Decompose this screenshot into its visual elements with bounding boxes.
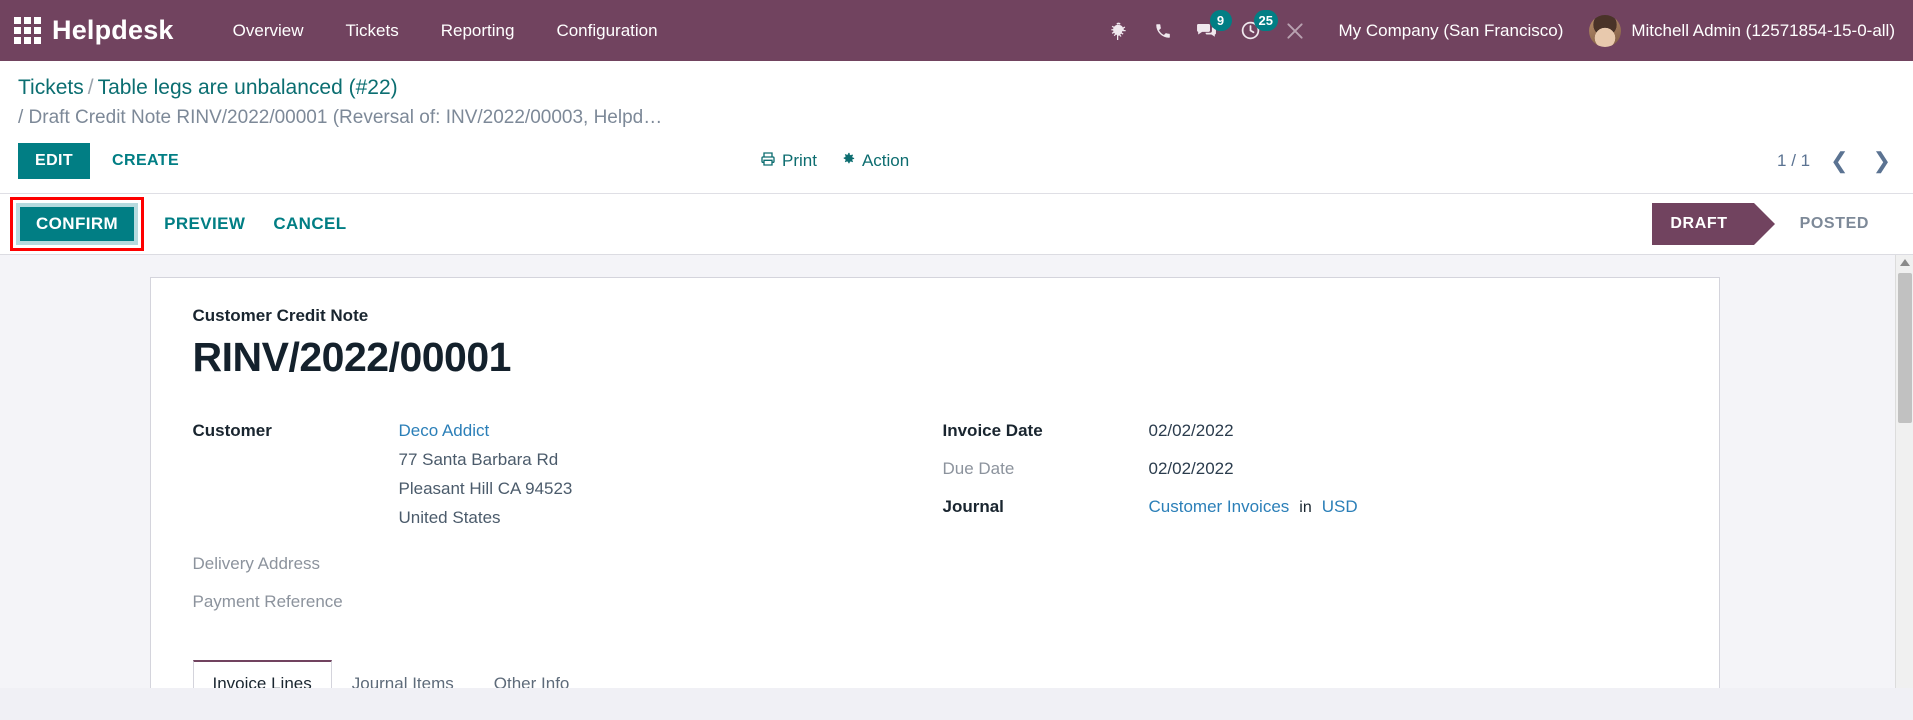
- user-menu[interactable]: Mitchell Admin (12571854-15-0-all): [1579, 14, 1895, 47]
- chevron-right-icon[interactable]: ❯: [1869, 150, 1895, 172]
- customer-address-line-3: United States: [398, 508, 501, 527]
- form-scroll-area: Customer Credit Note RINV/2022/00001 Cus…: [0, 255, 1913, 688]
- journal-value-group: Customer Invoices in USD: [1149, 493, 1358, 522]
- notebook-tabs: Invoice Lines Journal Items Other Info: [151, 660, 1719, 688]
- status-badge-draft[interactable]: DRAFT: [1652, 203, 1775, 245]
- breadcrumb-separator: /: [87, 76, 94, 99]
- field-invoice-date: Invoice Date 02/02/2022: [943, 417, 1677, 445]
- breadcrumb-item-tickets[interactable]: Tickets: [18, 76, 84, 99]
- scrollbar-thumb[interactable]: [1898, 273, 1912, 423]
- control-panel-tools: Print Action: [760, 151, 909, 172]
- gear-icon: [841, 151, 856, 171]
- scroll-up-arrow-icon[interactable]: [1900, 259, 1910, 266]
- create-button[interactable]: CREATE: [98, 143, 193, 179]
- invoice-sheet: Customer Credit Note RINV/2022/00001 Cus…: [149, 277, 1720, 688]
- journal-in-word: in: [1299, 499, 1312, 516]
- status-badge-posted[interactable]: POSTED: [1782, 203, 1887, 245]
- delivery-address-label: Delivery Address: [192, 554, 321, 573]
- due-date-value[interactable]: 02/02/2022: [1149, 455, 1234, 483]
- pager-value: 1 / 1: [1777, 151, 1811, 170]
- document-type-label: Customer Credit Note: [192, 306, 369, 325]
- nav-menu-configuration[interactable]: Configuration: [535, 0, 678, 61]
- invoice-date-label: Invoice Date: [942, 421, 1043, 440]
- page-title: RINV/2022/00001: [192, 334, 512, 380]
- preview-button[interactable]: PREVIEW: [150, 205, 259, 243]
- field-delivery-address: Delivery Address: [193, 550, 933, 578]
- customer-address-line-2: Pleasant Hill CA 94523: [398, 479, 573, 498]
- customer-address-line-1: 77 Santa Barbara Rd: [398, 450, 559, 469]
- breadcrumb-line-2: / Draft Credit Note RINV/2022/00001 (Rev…: [18, 107, 663, 128]
- action-label: Action: [861, 151, 910, 170]
- journal-label: Journal: [942, 497, 1004, 516]
- tab-invoice-lines[interactable]: Invoice Lines: [192, 660, 332, 688]
- cancel-button[interactable]: CANCEL: [259, 205, 360, 243]
- printer-icon: [760, 151, 776, 172]
- top-navbar: Helpdesk Overview Tickets Reporting Conf…: [0, 0, 1913, 61]
- app-brand-helpdesk[interactable]: Helpdesk: [52, 15, 174, 46]
- form-column-right: Invoice Date 02/02/2022 Due Date 02/02/2…: [933, 417, 1677, 626]
- payment-reference-label: Payment Reference: [192, 592, 343, 611]
- messages-icon[interactable]: 9: [1185, 0, 1232, 61]
- customer-value-group: Deco Addict 77 Santa Barbara Rd Pleasant…: [399, 417, 573, 532]
- customer-label: Customer: [192, 421, 272, 440]
- control-panel: EDIT CREATE Print Action 1 / 1 ❮ ❯: [0, 133, 1913, 194]
- apps-grid-icon[interactable]: [10, 14, 44, 48]
- chevron-left-icon[interactable]: ❮: [1826, 150, 1852, 172]
- avatar: [1589, 14, 1622, 47]
- currency-link[interactable]: USD: [1322, 497, 1358, 516]
- journal-value-link[interactable]: Customer Invoices: [1149, 497, 1290, 516]
- customer-name-link[interactable]: Deco Addict: [399, 417, 573, 445]
- company-selector[interactable]: My Company (San Francisco): [1317, 21, 1580, 41]
- pager: 1 / 1 ❮ ❯: [1777, 150, 1895, 172]
- nav-menu-overview[interactable]: Overview: [212, 0, 325, 61]
- form-column-left: Customer Deco Addict 77 Santa Barbara Rd…: [193, 417, 933, 626]
- breadcrumb-line-1: Tickets / Table legs are unbalanced (#22): [18, 73, 1913, 103]
- print-label: Print: [782, 151, 817, 170]
- activity-clock-icon[interactable]: 25: [1229, 0, 1278, 61]
- due-date-label: Due Date: [942, 459, 1015, 478]
- phone-icon[interactable]: [1141, 0, 1185, 61]
- tools-wrench-icon[interactable]: [1273, 0, 1317, 61]
- user-name-label: Mitchell Admin (12571854-15-0-all): [1631, 20, 1895, 40]
- confirm-button[interactable]: CONFIRM: [16, 203, 139, 245]
- nav-menu-reporting[interactable]: Reporting: [420, 0, 536, 61]
- field-journal: Journal Customer Invoices in USD: [943, 493, 1677, 522]
- edit-button[interactable]: EDIT: [18, 143, 91, 179]
- breadcrumb: Tickets / Table legs are unbalanced (#22) …: [0, 61, 1913, 133]
- form-columns: Customer Deco Addict 77 Santa Barbara Rd…: [193, 417, 1677, 626]
- tab-other-info[interactable]: Other Info: [474, 660, 590, 688]
- bug-icon[interactable]: [1097, 0, 1141, 61]
- tab-journal-items[interactable]: Journal Items: [332, 660, 474, 688]
- nav-menu-tickets[interactable]: Tickets: [325, 0, 420, 61]
- breadcrumb-item-ticket[interactable]: Table legs are unbalanced (#22): [98, 76, 398, 99]
- confirm-highlight-annotation: CONFIRM: [10, 197, 145, 251]
- vertical-scrollbar[interactable]: [1895, 255, 1913, 688]
- field-payment-reference: Payment Reference: [193, 588, 933, 616]
- field-customer: Customer Deco Addict 77 Santa Barbara Rd…: [193, 417, 933, 532]
- print-button[interactable]: Print: [760, 151, 817, 172]
- status-stages: DRAFT POSTED: [1652, 203, 1913, 245]
- field-due-date: Due Date 02/02/2022: [943, 455, 1677, 483]
- status-bar: CONFIRM PREVIEW CANCEL DRAFT POSTED: [0, 194, 1913, 255]
- invoice-date-value[interactable]: 02/02/2022: [1149, 417, 1234, 445]
- action-button[interactable]: Action: [841, 151, 909, 171]
